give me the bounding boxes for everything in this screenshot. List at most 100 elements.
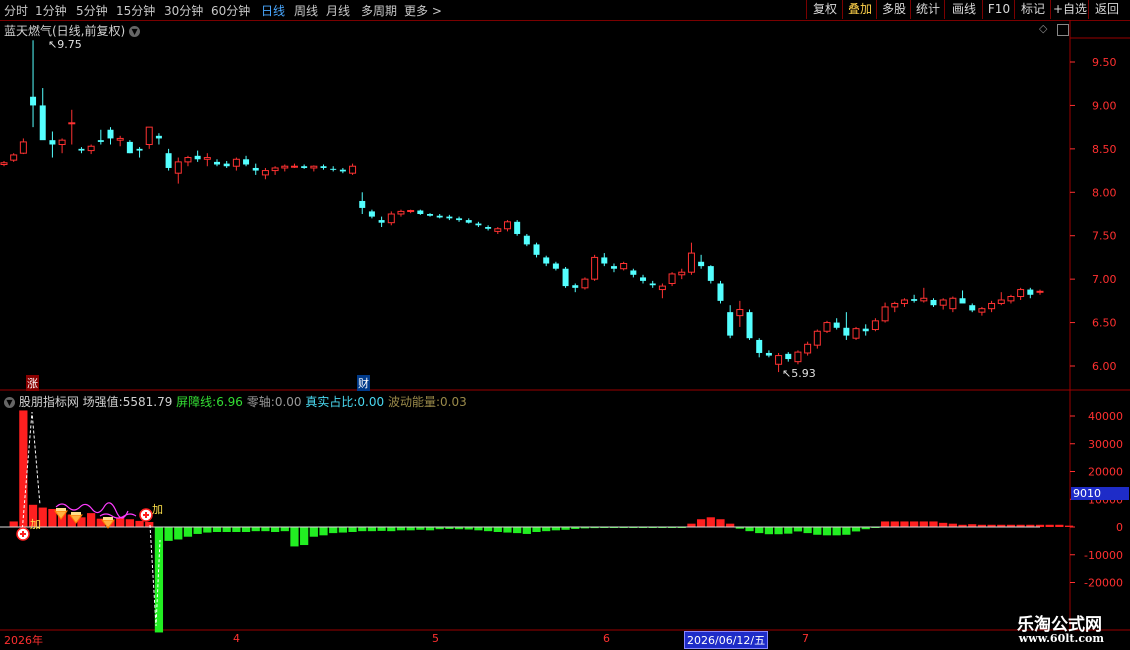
candle: [833, 318, 840, 330]
candle-body: [707, 266, 714, 281]
zhang-marker[interactable]: 涨: [26, 375, 39, 391]
candle-body: [843, 327, 850, 336]
candle-body: [503, 221, 511, 230]
candle: [126, 140, 133, 154]
candle: [290, 163, 298, 168]
candle-body: [949, 297, 957, 310]
candle-body: [0, 162, 8, 165]
candle: [252, 163, 259, 175]
candle: [359, 192, 366, 214]
candle: [572, 283, 579, 293]
candle-body: [126, 141, 133, 154]
candle-body: [804, 343, 812, 354]
candle-body: [407, 210, 415, 213]
candle-body: [107, 129, 114, 139]
candle-body: [465, 220, 472, 223]
candle-body: [581, 278, 589, 289]
candle: [223, 161, 230, 168]
indicator-bar: [377, 527, 386, 531]
candle: [997, 292, 1005, 306]
indicator-bar: [1064, 525, 1074, 527]
candle-body: [446, 216, 453, 219]
candle: [552, 261, 559, 271]
candle-body: [243, 159, 250, 165]
candle: [456, 216, 463, 222]
candle: [785, 352, 792, 362]
candle: [939, 298, 947, 310]
indicator-bar: [367, 527, 377, 532]
candle-body: [165, 153, 172, 168]
candle-body: [852, 328, 860, 339]
max-price-value: 9.75: [57, 38, 82, 51]
candle-body: [184, 157, 192, 163]
indicator-bar: [493, 527, 502, 532]
candle: [707, 265, 714, 284]
candle-body: [368, 211, 375, 217]
indicator-bar: [125, 519, 134, 527]
indicator-bars: [9, 410, 1074, 633]
indicator-bar: [532, 527, 541, 532]
indicator-bar: [483, 527, 493, 532]
ytick-label: 6.00: [1092, 360, 1117, 373]
watermark-url: www.60lt.com: [1018, 632, 1104, 645]
candle: [68, 109, 76, 145]
candle-body: [19, 141, 27, 154]
indicator-bar: [939, 522, 948, 527]
candle: [49, 131, 56, 158]
candle-body: [668, 273, 676, 284]
candle: [581, 277, 589, 290]
candle-body: [717, 283, 724, 301]
indicator-bar: [910, 521, 919, 527]
date-label-jul: 7: [802, 632, 809, 645]
candle-body: [620, 263, 628, 270]
candle: [891, 301, 899, 313]
candle: [87, 144, 95, 155]
candle: [765, 350, 772, 358]
indicator-bar: [174, 527, 183, 540]
candle-body: [223, 163, 230, 167]
indicator-bar: [1055, 524, 1064, 527]
candle: [1036, 289, 1044, 295]
current-indicator-value: 9010: [1071, 487, 1129, 500]
indicator-bar: [135, 520, 144, 527]
candle-body: [261, 170, 269, 176]
indicator-bar: [522, 527, 531, 534]
candle: [736, 300, 744, 327]
indicator-bar: [387, 527, 396, 532]
candle: [339, 167, 346, 174]
indicator-bar: [716, 519, 725, 527]
candle-body: [562, 268, 569, 287]
candle: [310, 165, 318, 172]
candle: [610, 263, 617, 273]
cai-marker[interactable]: 财: [357, 375, 370, 391]
candle-body: [359, 200, 366, 208]
candle-body: [436, 215, 443, 218]
candle: [562, 266, 569, 288]
candle-body: [572, 285, 579, 288]
candle: [543, 255, 550, 267]
candle: [30, 40, 37, 128]
candle-body: [281, 165, 289, 169]
stock-chart[interactable]: 9.50 9.00 8.50 8.00 7.50 7.00 6.50 6.00 40000 30…: [0, 0, 1130, 650]
candle: [349, 163, 357, 175]
candle: [727, 305, 734, 339]
candle-body: [475, 223, 482, 226]
indicator-bar: [145, 522, 154, 527]
indicator-bar: [813, 527, 822, 535]
indicator-bar: [261, 527, 270, 532]
candle-body: [678, 271, 686, 276]
candle: [214, 159, 221, 167]
candle-body: [49, 140, 56, 145]
candle: [514, 220, 521, 236]
candle-body: [1036, 290, 1044, 293]
candle: [523, 233, 530, 247]
candle: [640, 274, 647, 284]
candle: [843, 312, 850, 340]
indicator-bar: [822, 527, 832, 536]
indicator-bar: [280, 527, 289, 532]
candle: [881, 302, 889, 323]
candle-body: [417, 210, 424, 214]
date-cursor-label: 2026/06/12/五: [684, 631, 769, 649]
indicator-bar: [212, 527, 222, 532]
indicator-bar: [832, 527, 841, 536]
